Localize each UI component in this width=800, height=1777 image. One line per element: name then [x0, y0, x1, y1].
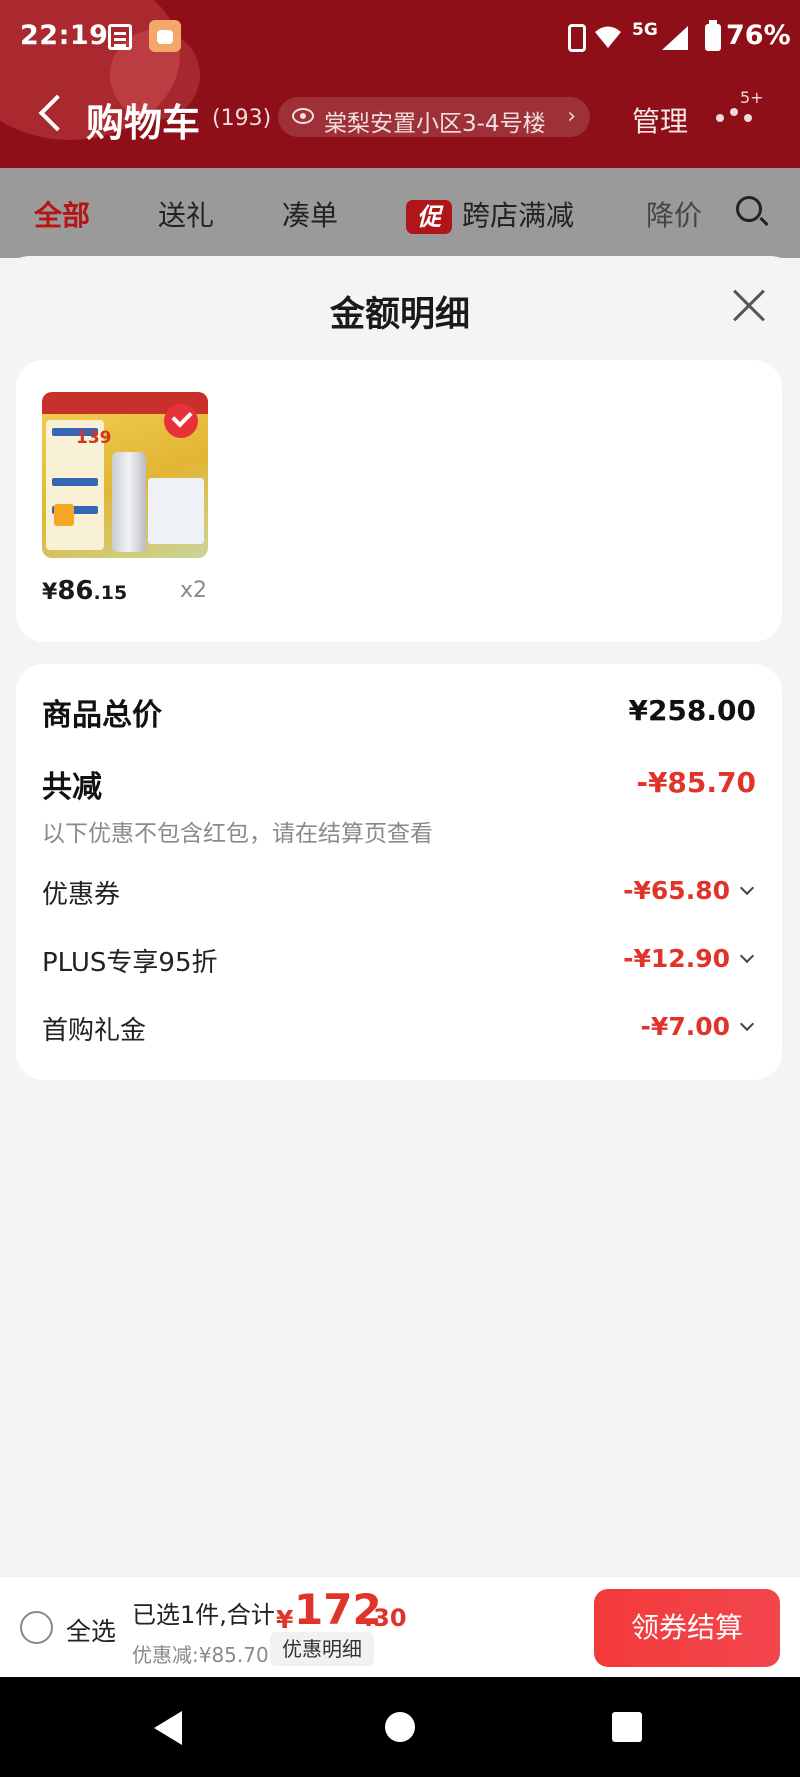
- back-icon[interactable]: [38, 94, 76, 132]
- address-text: 棠梨安置小区3-4号楼: [324, 111, 546, 137]
- page-title: 购物车: [86, 101, 201, 145]
- plus-row-value[interactable]: -¥12.90: [623, 944, 755, 973]
- status-time: 22:19: [20, 20, 109, 51]
- address-selector[interactable]: 棠梨安置小区3-4号楼 ›: [278, 97, 590, 137]
- nfc-icon: [568, 24, 586, 52]
- beer-box: [148, 478, 204, 544]
- battery-percent: 76%: [726, 20, 791, 51]
- total-label: 商品总价: [42, 698, 162, 733]
- coupon-value: -¥65.80: [623, 876, 730, 905]
- thumb-price: 139: [76, 428, 112, 448]
- select-all-label[interactable]: 全选: [66, 1612, 116, 1648]
- summary-card: 商品总价 ¥258.00 共减 -¥85.70 以下优惠不包含红包，请在结算页查…: [16, 664, 782, 1080]
- manage-button[interactable]: 管理: [632, 100, 688, 140]
- nav-bar: 购物车 (193) 棠梨安置小区3-4号楼 › 管理 5+: [0, 84, 800, 156]
- tab-bundle[interactable]: 凑单: [282, 194, 338, 234]
- discount-summary: 优惠减:¥85.70: [132, 1643, 269, 1667]
- amount-detail-sheet: 金额明细 139 ¥86.15 x2 商品总价 ¥258.00 共减 -¥85.…: [0, 256, 800, 1577]
- search-icon[interactable]: [736, 196, 762, 222]
- first-purchase-row-value[interactable]: -¥7.00: [640, 1012, 755, 1041]
- filter-tabs: 全部 送礼 凑单 促跨店满减 降价: [0, 168, 800, 258]
- tab-cross-store[interactable]: 促跨店满减: [406, 194, 574, 234]
- checkout-bar: 全选 已选1件,合计: ¥ 172 .30 优惠减:¥85.70 优惠明细 领券…: [0, 1576, 800, 1677]
- home-icon[interactable]: [385, 1712, 415, 1742]
- signal-icon: [662, 26, 688, 50]
- eye-icon: [292, 108, 314, 124]
- coupon-row-value[interactable]: -¥65.80: [623, 876, 755, 905]
- chevron-right-icon: ›: [567, 104, 576, 129]
- back-icon[interactable]: [154, 1711, 182, 1745]
- chevron-down-icon: [739, 1016, 755, 1032]
- app-notification-icon: [149, 20, 181, 52]
- recents-icon[interactable]: [612, 1712, 642, 1742]
- plus-value: -¥12.90: [623, 944, 730, 973]
- close-icon[interactable]: [730, 288, 766, 324]
- discount-label: 共减: [42, 770, 102, 805]
- tab-cross-store-label: 跨店满减: [462, 199, 575, 232]
- checkout-button[interactable]: 领券结算: [594, 1589, 780, 1667]
- chevron-down-icon: [739, 880, 755, 896]
- total-symbol: ¥: [276, 1605, 294, 1634]
- discount-detail-button[interactable]: 优惠明细: [270, 1632, 374, 1666]
- item-card: 139 ¥86.15 x2: [16, 360, 782, 642]
- header: 22:19 5G 76% 购物车 (193) 棠梨安置小区3-4号楼 › 管理 …: [0, 0, 800, 168]
- promo-tag: 促: [406, 200, 452, 234]
- notification-icon: [108, 24, 132, 50]
- selected-check-icon[interactable]: [164, 404, 198, 438]
- sheet-title: 金额明细: [329, 295, 470, 335]
- network-type: 5G: [632, 20, 658, 40]
- beer-can: [112, 452, 146, 552]
- product-thumbnail[interactable]: 139: [42, 392, 208, 558]
- selected-info: 已选1件,合计:: [132, 1601, 283, 1629]
- system-nav-bar: [0, 1677, 800, 1777]
- coupon-label: 优惠券: [42, 880, 121, 910]
- cart-count: (193): [212, 106, 272, 131]
- plus-label: PLUS专享95折: [42, 948, 218, 978]
- first-purchase-label: 首购礼金: [42, 1016, 147, 1046]
- chevron-down-icon: [739, 948, 755, 964]
- tab-all[interactable]: 全部: [34, 194, 90, 234]
- battery-icon: [705, 20, 721, 51]
- more-menu-icon[interactable]: [716, 108, 756, 124]
- message-badge: 5+: [740, 88, 764, 107]
- wifi-icon: [595, 26, 621, 48]
- total-value: ¥258.00: [628, 694, 756, 727]
- discount-value: -¥85.70: [636, 766, 756, 799]
- discount-note: 以下优惠不包含红包，请在结算页查看: [42, 821, 433, 847]
- status-bar: 22:19 5G 76%: [0, 0, 800, 72]
- select-all-radio[interactable]: [20, 1611, 53, 1644]
- tab-price-drop[interactable]: 降价: [646, 194, 702, 234]
- item-quantity: x2: [180, 578, 208, 603]
- total-decimal: .30: [364, 1604, 407, 1632]
- item-price: ¥86.15: [42, 576, 128, 606]
- first-purchase-value: -¥7.00: [640, 1012, 730, 1041]
- tab-gift[interactable]: 送礼: [158, 194, 214, 234]
